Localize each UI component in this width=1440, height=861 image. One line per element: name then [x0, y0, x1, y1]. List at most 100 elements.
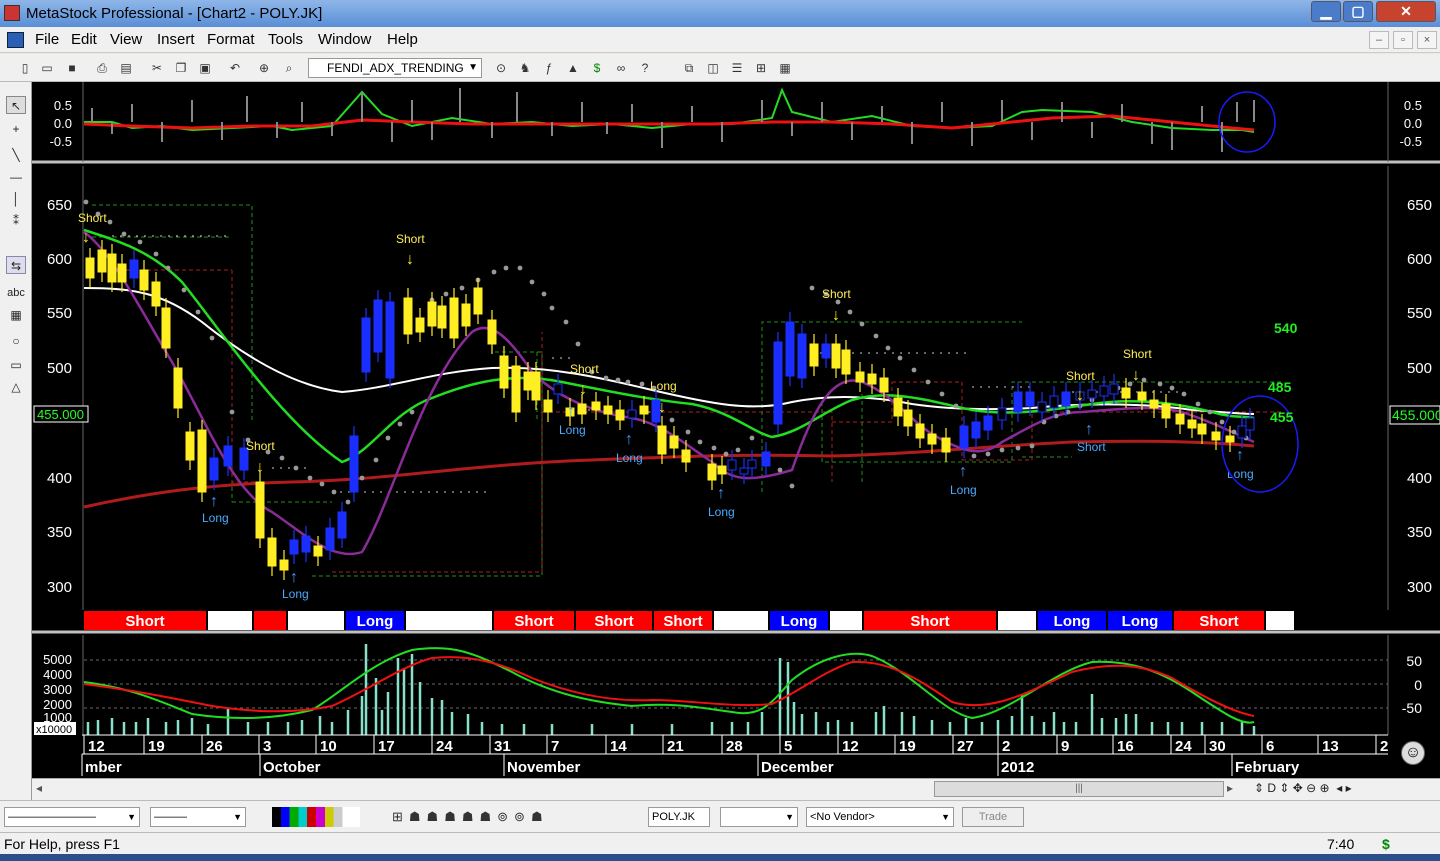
close-button[interactable]: ✕	[1376, 1, 1436, 22]
candle-body	[739, 467, 749, 475]
date-tick-label: 19	[148, 738, 165, 755]
vertical-line-icon[interactable]: │	[6, 190, 26, 208]
trade-button[interactable]: Trade	[962, 807, 1024, 827]
long-arrow-icon: ↑	[567, 403, 575, 420]
tile-grid-icon[interactable]: ⊞	[752, 59, 770, 77]
psar-dot	[209, 335, 215, 341]
new-file-icon[interactable]: ▯	[16, 59, 34, 77]
formula-icon[interactable]: ƒ	[540, 59, 558, 77]
text-tool-icon[interactable]: abc	[6, 284, 26, 302]
signal-long-label: Long	[708, 505, 735, 519]
scroll-right-icon[interactable]: ▸	[1227, 781, 1233, 795]
fibonacci-icon[interactable]: ⁑	[6, 212, 26, 230]
date-tick-label: 24	[1175, 738, 1192, 755]
vol-tick-right: 50	[1406, 653, 1422, 669]
minimize-button[interactable]: ▁	[1311, 1, 1341, 22]
candle-body	[499, 355, 509, 389]
ellipse-icon[interactable]: ○	[6, 332, 26, 350]
cycle-lines-icon[interactable]: ⇆	[6, 256, 26, 274]
mdi-restore-button[interactable]: ▫	[1393, 31, 1413, 49]
vendor-select[interactable]: <No Vendor> ▼	[806, 807, 954, 827]
save-icon[interactable]: ■	[63, 59, 81, 77]
lock-icon[interactable]: ⊙	[492, 59, 510, 77]
menu-window[interactable]: Window	[318, 31, 371, 48]
cut-icon[interactable]: ✂	[148, 59, 166, 77]
mdi-close-button[interactable]: ×	[1417, 31, 1437, 49]
psar-dot	[293, 465, 299, 471]
crosshair-icon[interactable]: ⊕	[255, 59, 273, 77]
candle-body	[841, 349, 851, 375]
chart-svg[interactable]: 0.5 0.0 -0.5 0.5 0.0 -0.5 650 600 550 50…	[32, 82, 1440, 778]
price-tick: 600	[47, 251, 72, 268]
scroll-thumb[interactable]: |||	[934, 781, 1224, 797]
line-style-select[interactable]: ———————— ▼	[4, 807, 140, 827]
date-ticks: 12 19 26 3 10 17 24 31 7 14 21 28 5 12 19 27 2 9 16 24 30 6 13…	[83, 735, 1388, 755]
menu-edit[interactable]: Edit	[71, 31, 97, 48]
rectangle-icon[interactable]: ▭	[6, 356, 26, 374]
expert-advisor-icon[interactable]: ♞	[516, 59, 534, 77]
smiley-icon[interactable]: ☺	[1401, 741, 1425, 765]
menu-insert[interactable]: Insert	[157, 31, 195, 48]
mdi-minimize-button[interactable]: –	[1369, 31, 1389, 49]
menu-help[interactable]: Help	[387, 31, 418, 48]
period-select[interactable]: ▼	[720, 807, 798, 827]
candle-body	[523, 371, 533, 391]
maximize-button[interactable]: ▢	[1343, 1, 1373, 22]
psar-dot	[897, 355, 903, 361]
grid-tool-icon[interactable]: ▦	[6, 306, 26, 324]
volume-pane[interactable]	[32, 635, 1440, 735]
paste-icon[interactable]: ▣	[196, 59, 214, 77]
menu-view[interactable]: View	[110, 31, 142, 48]
psar-dot	[121, 231, 127, 237]
taskbar	[0, 854, 1440, 861]
print-icon[interactable]: ⎙	[93, 59, 111, 77]
crosshair-tool-icon[interactable]: +	[6, 120, 26, 138]
help-pointer-icon[interactable]: ?	[636, 59, 654, 77]
explorer-icon[interactable]: ∞	[612, 59, 630, 77]
psar-dot	[777, 467, 783, 473]
menu-format[interactable]: Format	[207, 31, 255, 48]
symbol-field[interactable]: POLY.JK	[648, 807, 710, 827]
chart-area[interactable]: 0.5 0.0 -0.5 0.5 0.0 -0.5 650 600 550 50…	[32, 82, 1440, 778]
dollar-icon[interactable]: $	[588, 59, 606, 77]
pointer-icon[interactable]: ↖	[6, 96, 26, 114]
price-pane[interactable]	[32, 166, 1440, 610]
horizontal-scrollbar[interactable]: ◂ ||| ▸ ⇕ D ⇕ ✥ ⊖ ⊕ ◂ ▸ ☺	[32, 741, 1440, 800]
clock-text: 7:40	[1327, 836, 1355, 852]
signal-long-label: Short	[1077, 440, 1106, 454]
open-folder-icon[interactable]: ▭	[38, 59, 56, 77]
psar-dot	[615, 377, 621, 383]
triangle-icon[interactable]: △	[6, 378, 26, 396]
tile-horizontal-icon[interactable]: ☰	[728, 59, 746, 77]
menu-file[interactable]: File	[35, 31, 59, 48]
bottom-tool-icons[interactable]: ⊞☗☗☗☗☗⊚⊚☗	[392, 809, 549, 825]
short-arrow-icon: ↓	[832, 307, 840, 324]
candle-body	[1061, 391, 1071, 407]
undo-icon[interactable]: ↶	[226, 59, 244, 77]
copy-icon[interactable]: ❐	[172, 59, 190, 77]
osc-tick-right: 0.5	[1404, 98, 1422, 113]
candle-body	[349, 435, 359, 493]
chevron-down-icon: ▼	[233, 812, 242, 822]
expert-select[interactable]: FENDI_ADX_TRENDING ▼	[308, 58, 482, 78]
print-preview-icon[interactable]: ▤	[117, 59, 135, 77]
document-icon[interactable]	[7, 32, 24, 48]
candle-body	[959, 425, 969, 449]
candle-body	[473, 287, 483, 315]
menu-tools[interactable]: Tools	[268, 31, 303, 48]
cascade-icon[interactable]: ⧉	[680, 59, 698, 77]
zoom-icon[interactable]: ⌕	[280, 59, 298, 77]
trendline-icon[interactable]: ╲	[6, 146, 26, 164]
horizontal-line-icon[interactable]: —	[6, 168, 26, 186]
psar-dot	[359, 475, 365, 481]
system-tester-icon[interactable]: ▲	[564, 59, 582, 77]
arrange-icon[interactable]: ▦	[776, 59, 794, 77]
psar-dot	[999, 447, 1005, 453]
color-palette[interactable]	[272, 807, 360, 827]
tile-vertical-icon[interactable]: ◫	[704, 59, 722, 77]
scroll-left-icon[interactable]: ◂	[36, 781, 42, 795]
candle-body	[313, 545, 323, 557]
signal-long-label: Long	[202, 511, 229, 525]
chart-nav-icon[interactable]: ⇕ D ⇕ ✥ ⊖ ⊕ ◂ ▸	[1254, 781, 1352, 795]
line-weight-select[interactable]: ——— ▼	[150, 807, 246, 827]
